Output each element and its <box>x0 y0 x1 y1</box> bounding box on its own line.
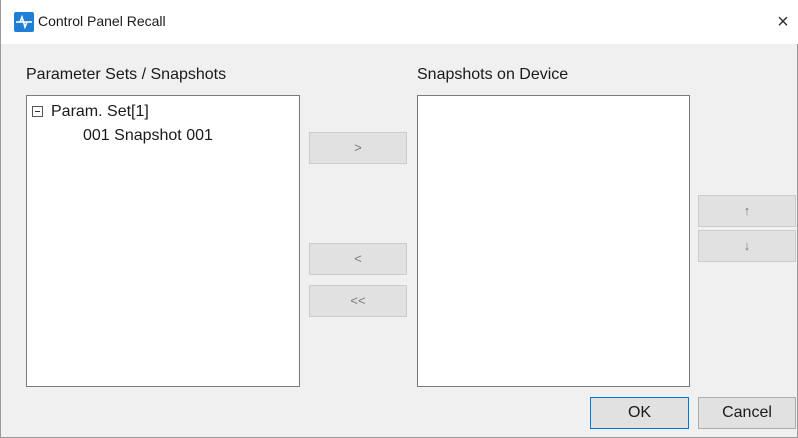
close-icon[interactable]: × <box>768 8 798 38</box>
parameter-sets-label: Parameter Sets / Snapshots <box>26 66 227 83</box>
cancel-button[interactable]: Cancel <box>698 397 796 429</box>
move-up-button[interactable]: ↑ <box>698 195 796 227</box>
title-bar: Control Panel Recall × <box>1 0 798 44</box>
parameter-sets-list[interactable]: Param. Set[1] 001 Snapshot 001 <box>26 95 300 387</box>
window-title: Control Panel Recall <box>38 13 166 29</box>
ok-button[interactable]: OK <box>590 397 689 429</box>
tree-item-param-set[interactable]: Param. Set[1] <box>27 100 299 124</box>
remove-button[interactable]: < <box>309 243 407 275</box>
app-icon <box>14 12 34 32</box>
tree-item-snapshot[interactable]: 001 Snapshot 001 <box>83 127 213 145</box>
tree-item-label: Param. Set[1] <box>51 103 149 120</box>
snapshots-on-device-list[interactable] <box>417 95 690 387</box>
collapse-icon[interactable] <box>32 106 43 117</box>
add-button[interactable]: > <box>309 132 407 164</box>
move-down-button[interactable]: ↓ <box>698 230 796 262</box>
snapshots-on-device-label: Snapshots on Device <box>417 66 569 83</box>
remove-all-button[interactable]: << <box>309 285 407 317</box>
control-panel-recall-dialog: Control Panel Recall × Parameter Sets / … <box>0 0 798 438</box>
